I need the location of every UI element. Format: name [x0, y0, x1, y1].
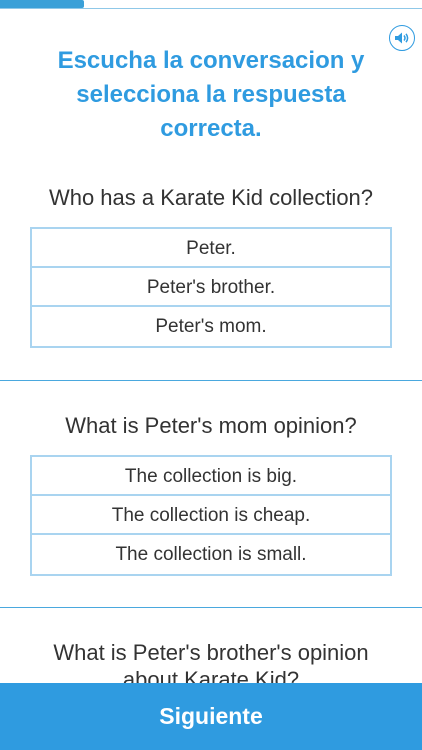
answer-option[interactable]: Peter's mom.	[32, 307, 390, 346]
answer-option[interactable]: The collection is small.	[32, 535, 390, 574]
question-1-text: Who has a Karate Kid collection?	[48, 185, 374, 210]
section-divider	[0, 380, 422, 381]
speaker-icon	[395, 32, 409, 44]
progress-bar-track-line	[0, 8, 422, 9]
progress-bar-fill	[0, 0, 85, 8]
progress-bar	[0, 0, 422, 10]
question-1-options: Peter. Peter's brother. Peter's mom.	[30, 227, 392, 348]
play-audio-button[interactable]	[389, 25, 415, 51]
question-2-options: The collection is big. The collection is…	[30, 455, 392, 576]
section-divider	[0, 607, 422, 608]
answer-option[interactable]: Peter.	[32, 229, 390, 268]
next-button[interactable]: Siguiente	[0, 683, 422, 750]
answer-option[interactable]: The collection is big.	[32, 457, 390, 496]
instruction-title: Escucha la conversacion y selecciona la …	[57, 47, 365, 142]
answer-option[interactable]: The collection is cheap.	[32, 496, 390, 535]
question-3-text-line-1: What is Peter's brother's opinion	[53, 640, 369, 665]
answer-option[interactable]: Peter's brother.	[32, 268, 390, 307]
question-2-text: What is Peter's mom opinion?	[65, 413, 357, 438]
